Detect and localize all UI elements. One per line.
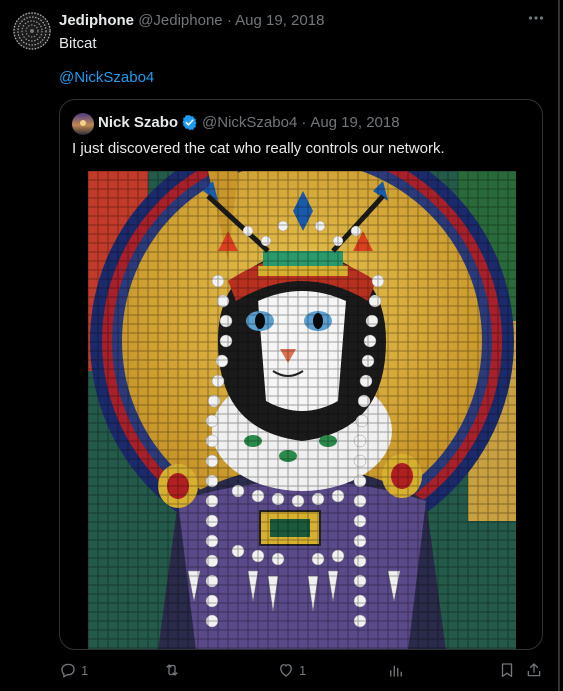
retweet-icon (166, 664, 178, 676)
quoted-author-handle[interactable]: @NickSzabo4 (202, 114, 297, 131)
like-count: 1 (299, 662, 307, 678)
views-button[interactable] (387, 659, 405, 681)
quoted-author-name[interactable]: Nick Szabo (98, 114, 178, 131)
bookmark-icon (501, 663, 513, 678)
quoted-text: I just discovered the cat who really con… (72, 140, 445, 157)
share-button[interactable] (525, 659, 543, 681)
reply-count: 1 (81, 662, 89, 678)
quoted-header: Nick Szabo @NickSzabo4 · Aug 19, 2018 (98, 114, 400, 131)
tweet[interactable]: Jediphone @Jediphone · Aug 19, 2018 Bitc… (0, 0, 556, 691)
share-icon (527, 663, 541, 677)
author-handle[interactable]: @Jediphone (138, 12, 222, 29)
dot-separator: · (226, 12, 232, 29)
author-avatar[interactable] (13, 12, 51, 50)
like-button[interactable]: 1 (277, 659, 306, 681)
quoted-date[interactable]: Aug 19, 2018 (310, 114, 399, 131)
quoted-author-avatar[interactable] (72, 113, 94, 135)
mosaic-cat-image[interactable] (88, 171, 516, 649)
tweet-header: Jediphone @Jediphone · Aug 19, 2018 (59, 12, 324, 29)
quoted-tweet[interactable]: Nick Szabo @NickSzabo4 · Aug 19, 2018 I … (59, 99, 543, 650)
author-name[interactable]: Jediphone (59, 12, 134, 29)
dot-separator: · (301, 114, 307, 131)
tweet-date[interactable]: Aug 19, 2018 (235, 12, 324, 29)
retweet-button[interactable] (163, 659, 185, 681)
action-bar: 1 1 (59, 659, 545, 683)
more-options-button[interactable] (523, 9, 549, 31)
more-horizontal-icon (528, 16, 544, 20)
reply-icon (61, 663, 75, 678)
views-icon (390, 665, 402, 677)
scrollbar-rail[interactable] (558, 0, 560, 691)
mention-link[interactable]: @NickSzabo4 (59, 69, 154, 86)
like-icon (280, 664, 292, 677)
reply-button[interactable]: 1 (59, 659, 88, 681)
tweet-text: Bitcat (59, 35, 97, 52)
verified-badge-icon (182, 115, 197, 130)
bookmark-button[interactable] (498, 659, 516, 681)
